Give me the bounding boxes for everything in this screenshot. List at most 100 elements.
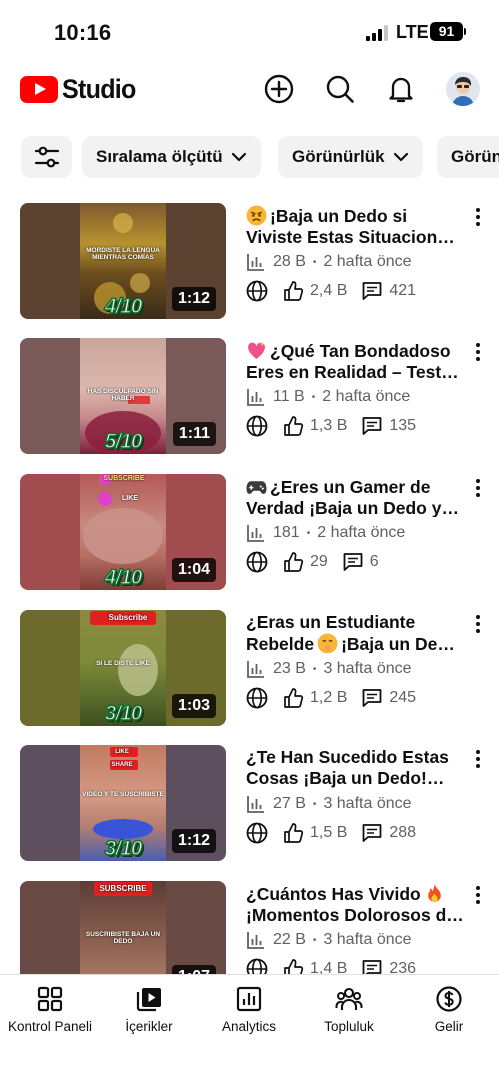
thumbs-up-icon [284,688,304,708]
nav-item-content[interactable]: İçerikler [99,985,199,1034]
earn-icon [436,986,462,1012]
like-count: 1,2 B [310,689,348,706]
video-row[interactable]: LIKE SHARE VIDEO Y TE SUSCRIBISTE 3/10 1… [0,745,499,865]
video-duration: 1:12 [171,287,216,311]
separator-dot: • [312,934,317,946]
video-title[interactable]: ¿Eres un Gamer de Verdad ¡Baja un Dedo y… [246,476,468,517]
nav-label: İçerikler [125,1019,173,1034]
view-count: 181 [273,524,300,541]
video-title-text: ¡Momentos Dolorosos d… [246,904,464,925]
nav-item-community[interactable]: Topluluk [299,985,399,1034]
video-row[interactable]: Subscribe SI LE DISTE LIKE 3/10 1:03 ¿Er… [0,610,499,730]
angry-face-icon [246,205,267,226]
nav-item-earn[interactable]: Gelir [399,985,499,1034]
more-options-icon[interactable] [470,207,486,227]
thumbnail-subscribe: Subscribe [108,613,148,622]
game-controller-icon [246,481,267,494]
view-count: 28 B [273,253,306,270]
more-filter-chip[interactable]: Görün [437,136,499,178]
notifications-button[interactable] [384,72,418,106]
upload-age: 2 hafta önce [317,524,406,541]
nav-label: Kontrol Paneli [7,1019,93,1034]
app-header: Studio [0,62,499,118]
upload-age: 2 hafta önce [322,388,411,405]
fire-icon [427,884,441,902]
video-row[interactable]: SUBSCRIBE LIKE 4/10 1:04 ¿Eres un Gamer … [0,474,499,594]
like-count: 1,5 B [310,824,348,841]
thumbs-up-icon [284,416,304,436]
chevron-down-icon [393,152,408,162]
community-icon [335,987,363,1010]
thumbnail-subscribe: SUBSCRIBE [99,884,147,893]
visibility-label: Görünürlük [292,147,385,166]
video-title[interactable]: ¿Te Han Sucedido Estas Cosas ¡Baja un De… [246,747,468,788]
create-button[interactable] [262,72,296,106]
globe-icon [246,687,268,709]
comment-count: 135 [389,417,417,434]
nav-item-dashboard[interactable]: Kontrol Paneli [0,985,100,1034]
thumbnail-share: SHARE [111,762,133,768]
thumbnail-score: 4/10 [104,565,143,590]
add-circle-icon [264,74,294,104]
sort-by-label: Sıralama ölçütü [96,147,223,166]
video-metrics: 1,2 B 245 [246,686,416,710]
nav-label: Topluluk [324,1019,374,1034]
status-time: 10:16 [54,20,112,45]
view-count: 22 B [273,931,306,948]
youtube-studio-logo[interactable]: Studio [20,74,141,104]
thumbnail-score: 3/10 [104,701,143,726]
account-avatar[interactable] [446,72,480,106]
video-title[interactable]: ¿Cuántos Has Vivido¡Momentos Dolorosos d… [246,883,468,924]
sort-by-chip[interactable]: Sıralama ölçütü [82,136,261,178]
search-icon [326,75,354,103]
comment-icon [362,417,382,435]
shushing-face-icon [317,633,338,653]
bar-chart-icon [247,661,264,678]
video-duration: 1:11 [172,422,216,446]
separator-dot: • [311,391,316,403]
video-thumbnail[interactable]: LIKE SHARE VIDEO Y TE SUSCRIBISTE 3/10 1… [20,745,226,861]
video-thumbnail[interactable]: SUBSCRIBE LIKE 4/10 1:04 [20,474,226,590]
visibility-chip[interactable]: Görünürlük [278,136,423,178]
video-title-text: ¿Te Han Sucedido Estas Cosas ¡Baja un De… [246,747,449,788]
thumbs-up-icon [284,552,304,572]
video-metrics: 1,3 B 135 [246,414,416,438]
video-metrics: 1,5 B 288 [246,821,416,845]
video-metrics: 2,4 B 421 [246,279,416,303]
like-count: 1,3 B [310,417,348,434]
video-title[interactable]: ¡Baja un Dedo si Viviste Estas Situacion… [246,205,468,246]
comment-icon [362,689,382,707]
video-thumbnail[interactable]: HAS DISCULPADO SIN HABER 5/10 1:11 [20,338,226,454]
thumbnail-caption: VIDEO Y TE SUSCRIBISTE [82,791,164,798]
thumbnail-caption: SI LE DISTE LIKE [96,660,150,667]
video-row[interactable]: HAS DISCULPADO SIN HABER 5/10 1:11 ¿Qué … [0,338,499,458]
video-thumbnail[interactable]: Subscribe SI LE DISTE LIKE 3/10 1:03 [20,610,226,726]
filter-settings-button[interactable] [21,136,72,178]
video-title[interactable]: ¿Qué Tan Bondadoso Eres en Realidad – Te… [246,340,468,381]
signal-strength-icon [366,25,390,41]
video-duration: 1:04 [171,558,216,582]
nav-item-analytics[interactable]: Analytics [199,985,299,1034]
bar-chart-icon [247,525,264,542]
more-options-icon[interactable] [470,342,486,362]
thumbnail-subscribe: SUBSCRIBE [103,475,145,482]
comment-count: 421 [389,282,417,299]
more-options-icon[interactable] [470,885,486,905]
thumbnail-caption: SUSCRIBISTE BAJA UN DEDO [85,931,161,945]
battery-tip [464,28,466,35]
more-options-icon[interactable] [470,478,486,498]
globe-icon [246,551,268,573]
nav-label: Gelir [434,1019,464,1034]
video-title[interactable]: ¿Eras un Estudiante Rebelde ¡Baja un De… [246,612,468,653]
search-button[interactable] [323,72,357,106]
thumbs-up-icon [284,823,304,843]
more-options-icon[interactable] [470,749,486,769]
like-count: 29 [310,553,328,570]
video-thumbnail[interactable]: MORDISTE LA LENGUA MIENTRAS COMÍAS 4/10 … [20,203,226,319]
video-title-text: ¡Baja un De… [341,633,455,654]
like-count: 2,4 B [310,282,348,299]
comment-count: 6 [369,553,379,570]
more-options-icon[interactable] [470,614,486,634]
video-row[interactable]: MORDISTE LA LENGUA MIENTRAS COMÍAS 4/10 … [0,203,499,323]
separator-dot: • [312,663,317,675]
